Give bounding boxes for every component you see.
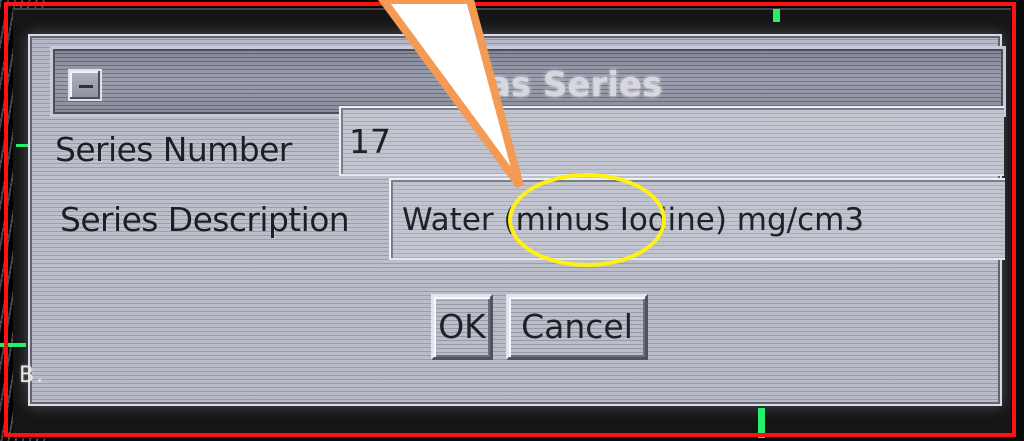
save-as-series-dialog: e as Series Series Number 17 Series Desc… [28, 34, 1006, 406]
green-marker-top [773, 9, 780, 22]
series-number-label: Series Number [55, 130, 292, 169]
ok-button[interactable]: OK [431, 294, 493, 360]
dialog-title: e as Series [453, 65, 663, 105]
cancel-button[interactable]: Cancel [506, 294, 648, 360]
screenshot: B. e as Series Series Number 17 Series D… [0, 0, 1024, 441]
green-marker-left-small [16, 144, 28, 147]
left-edge-label: B. [19, 363, 46, 388]
window-menu-button[interactable] [68, 69, 102, 101]
series-number-field[interactable]: 17 [339, 106, 1004, 176]
series-description-value: Water (minus Iodine) mg/cm3 [402, 202, 865, 238]
series-description-label: Series Description [60, 200, 350, 239]
green-marker-left [0, 343, 26, 347]
green-marker-bottom [758, 408, 765, 438]
series-description-field[interactable]: Water (minus Iodine) mg/cm3 [389, 178, 1005, 260]
